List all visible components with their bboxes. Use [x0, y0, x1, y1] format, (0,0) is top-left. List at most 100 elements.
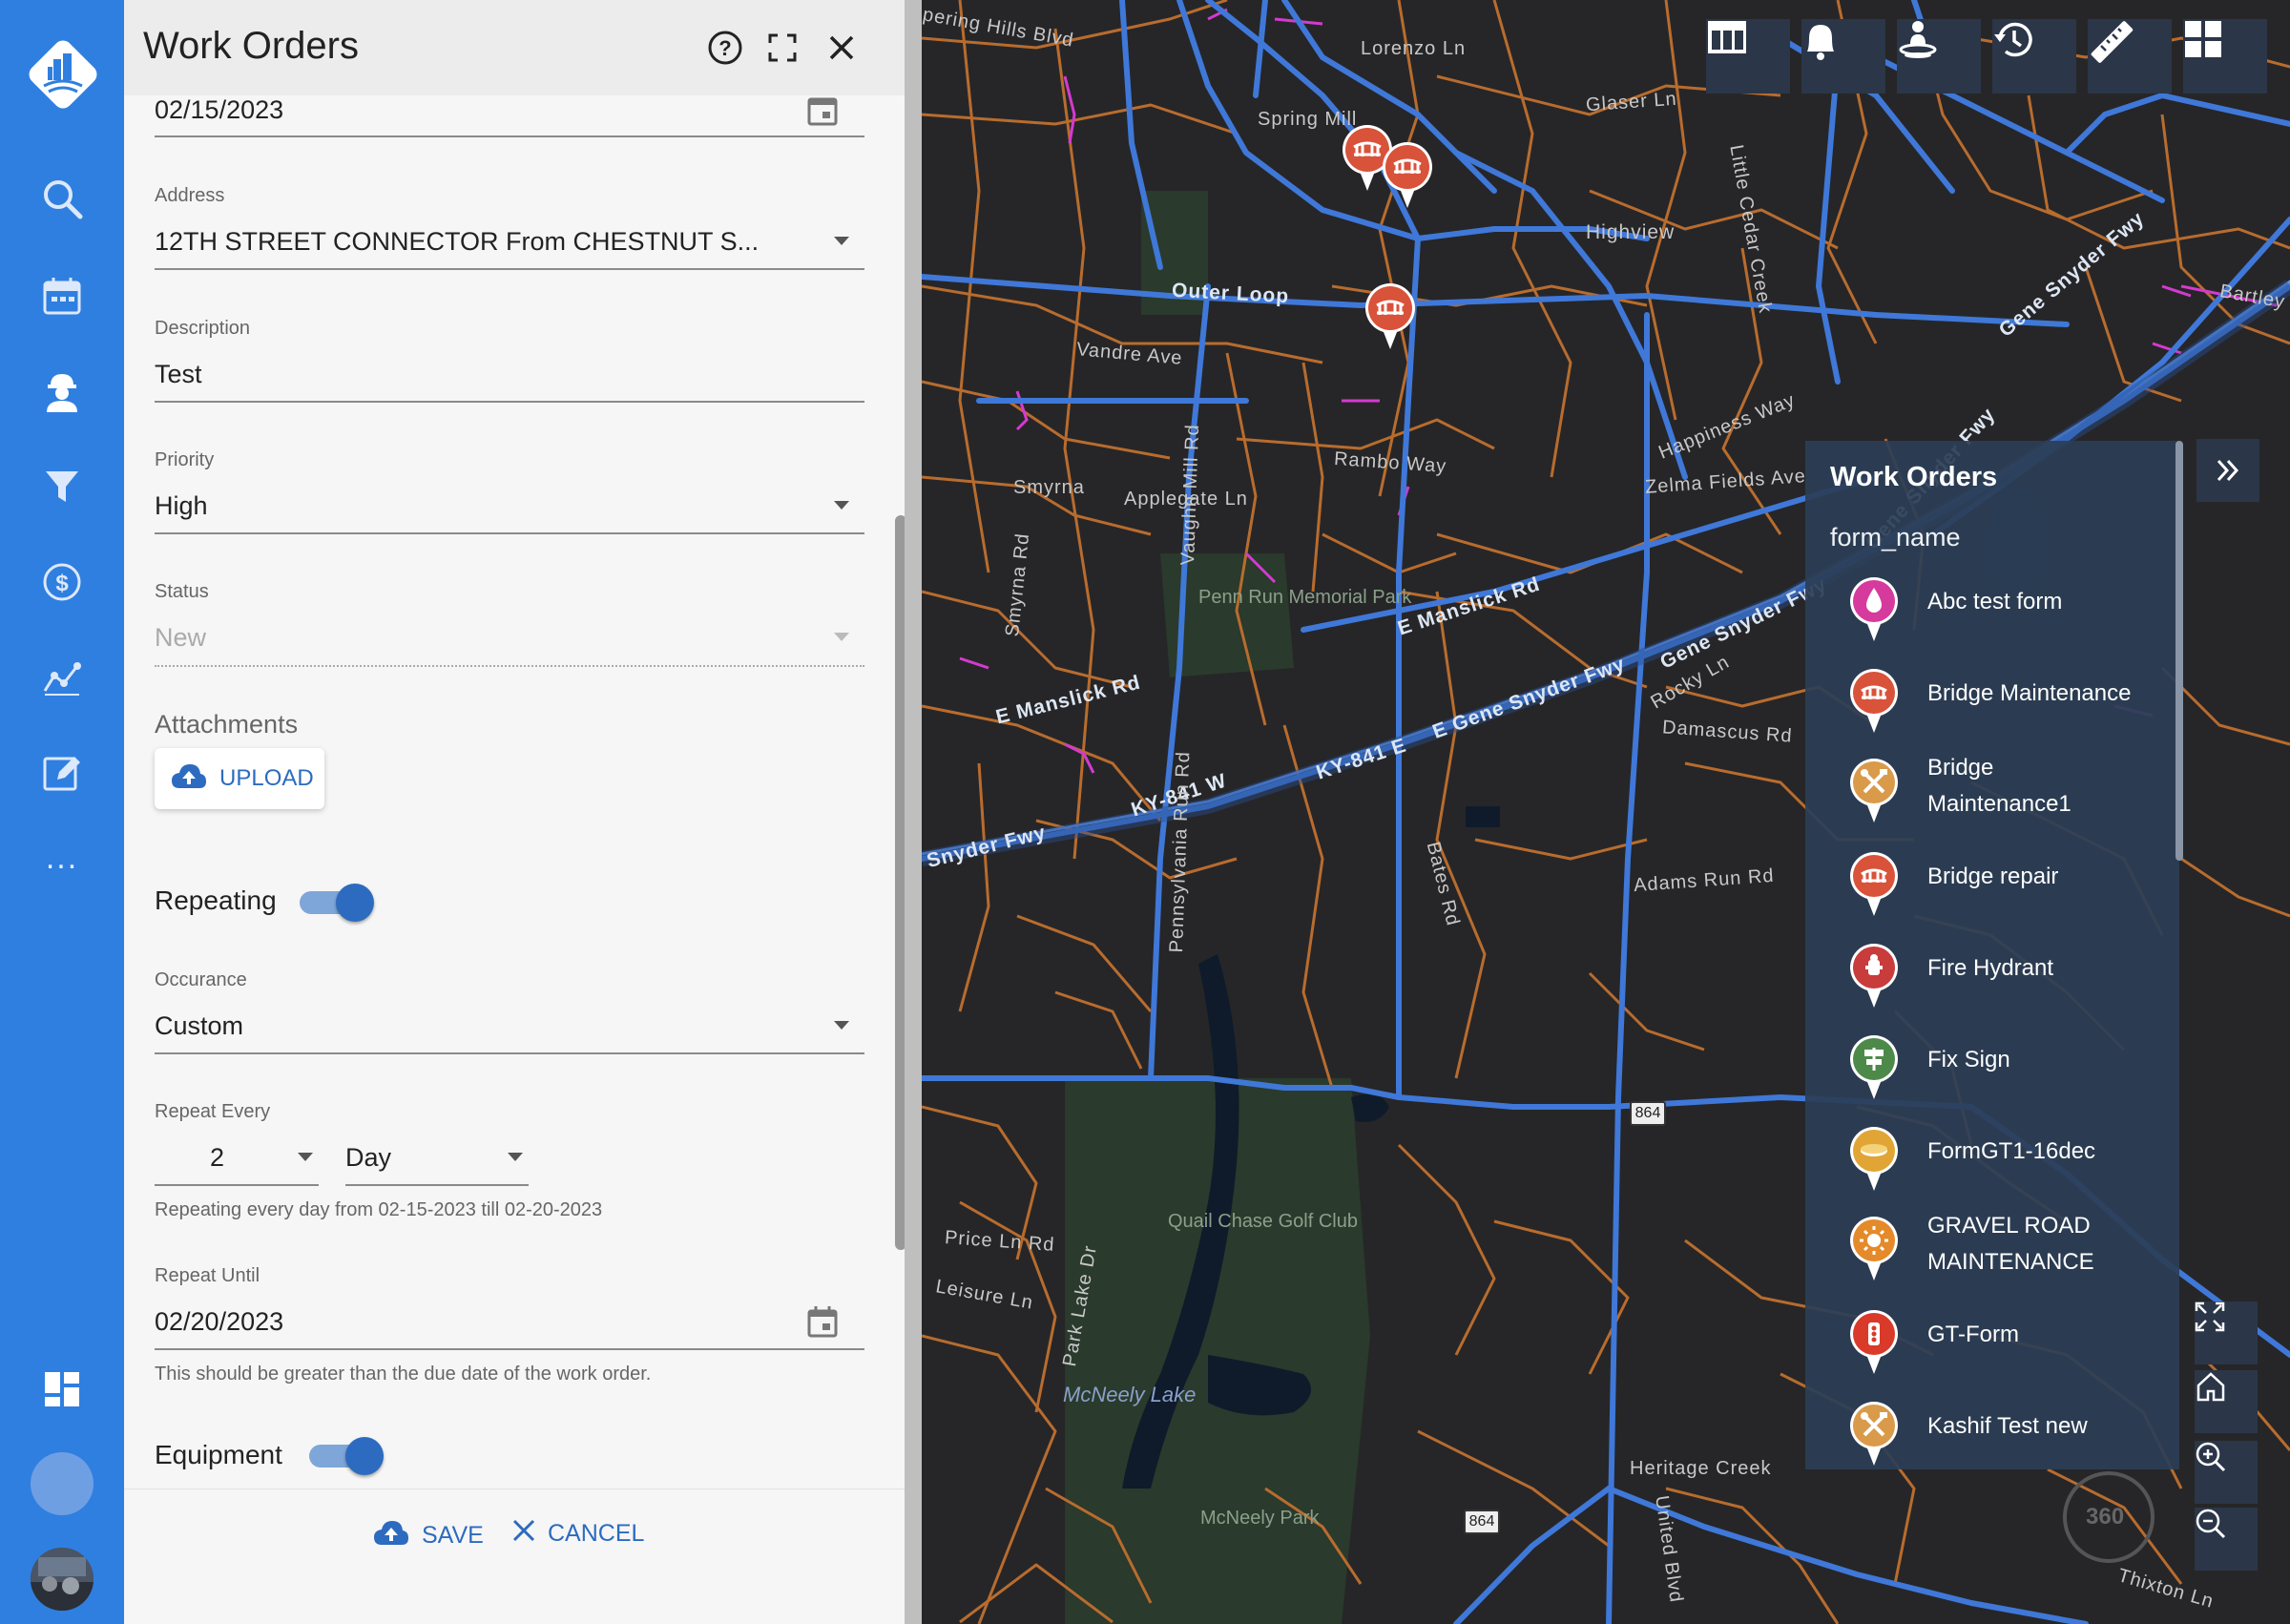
cancel-button[interactable]: CANCEL	[511, 1518, 644, 1550]
legend-subtitle: form_name	[1830, 523, 1961, 552]
legend-item[interactable]: GRAVEL ROAD MAINTENANCE	[1847, 1213, 2172, 1290]
calendar-icon[interactable]	[33, 267, 91, 324]
legend-item-label: Bridge repair	[1927, 864, 2059, 889]
map-label: Heritage Creek	[1630, 1458, 1772, 1479]
avatar[interactable]	[31, 1548, 94, 1611]
dashboard-icon[interactable]	[33, 1361, 91, 1418]
bridge-pin-icon	[1847, 666, 1901, 735]
legend-item-label: Abc test form	[1927, 589, 2063, 614]
status-select: New	[155, 623, 207, 652]
legend-item[interactable]: Abc test form	[1847, 574, 2172, 651]
occurance-underline	[155, 1052, 864, 1054]
zoom-in-icon[interactable]	[2195, 1441, 2258, 1504]
toggle-knob	[345, 1437, 384, 1475]
route-shield: 864	[1630, 1101, 1666, 1126]
repeating-label: Repeating	[155, 885, 277, 915]
analytics-icon[interactable]	[33, 649, 91, 706]
help-icon[interactable]: ?	[704, 27, 746, 69]
calendar-icon[interactable]	[807, 1305, 838, 1343]
chevron-down-icon[interactable]	[834, 501, 849, 510]
toggle-knob	[336, 884, 374, 922]
due-date-field[interactable]: 02/15/2023	[155, 95, 283, 125]
chevron-double-right-icon[interactable]	[2196, 439, 2259, 502]
chevron-down-icon[interactable]	[508, 1153, 523, 1161]
close-icon	[511, 1518, 536, 1550]
close-icon[interactable]	[821, 27, 863, 69]
description-input[interactable]: Test	[155, 360, 202, 389]
repeat-unit-select[interactable]: Day	[345, 1143, 391, 1173]
home-icon[interactable]	[2195, 1370, 2258, 1433]
upload-label: UPLOAD	[219, 765, 314, 791]
360-icon[interactable]: 360	[2086, 1504, 2124, 1530]
filter-icon[interactable]	[33, 458, 91, 515]
user-status-dot[interactable]	[31, 1452, 94, 1515]
legend-scrollbar[interactable]	[2176, 441, 2183, 861]
attachments-label: Attachments	[155, 710, 299, 739]
fullscreen-icon[interactable]	[2195, 1301, 2258, 1364]
sign-pin-icon	[1847, 1032, 1901, 1101]
expand-icon[interactable]	[761, 27, 803, 69]
map-label: Lorenzo Ln	[1361, 38, 1467, 59]
svg-text:?: ?	[718, 36, 731, 60]
legend-item[interactable]: Fire Hydrant	[1847, 941, 2172, 1017]
zoom-out-icon[interactable]	[2195, 1508, 2258, 1571]
legend-item[interactable]: GT-Form	[1847, 1307, 2172, 1384]
map-label: Smyrna	[1013, 477, 1085, 498]
grid-icon[interactable]	[2183, 19, 2267, 94]
bridge-pin-icon[interactable]	[1363, 281, 1418, 351]
legend-item-label: GT-Form	[1927, 1322, 2019, 1347]
legend-panel: Work Orders form_name Abc test form Bridg…	[1805, 441, 2179, 1469]
description-label: Description	[155, 318, 251, 339]
legend-item-label: Fix Sign	[1927, 1047, 2010, 1072]
search-icon[interactable]	[33, 170, 91, 227]
tools-pin-icon	[1847, 756, 1901, 824]
description-underline	[155, 401, 864, 403]
priority-select[interactable]: High	[155, 491, 208, 521]
occurance-label: Occurance	[155, 969, 247, 990]
worker-icon[interactable]	[33, 363, 91, 420]
occurance-select[interactable]: Custom	[155, 1011, 243, 1041]
address-select[interactable]: 12TH STREET CONNECTOR From CHESTNUT S...	[155, 227, 759, 257]
legend-item[interactable]: Bridge repair	[1847, 849, 2172, 926]
bridge-pin-icon[interactable]	[1380, 139, 1435, 210]
chevron-down-icon[interactable]	[298, 1153, 313, 1161]
legend-item[interactable]: Kashif Test new	[1847, 1399, 2172, 1469]
upload-button[interactable]: UPLOAD	[155, 748, 324, 809]
legend-item-label: Kashif Test new	[1927, 1413, 2088, 1439]
bell-icon[interactable]	[1801, 19, 1885, 94]
legend-item[interactable]: Fix Sign	[1847, 1032, 2172, 1109]
legend-item-label: Bridge Maintenance	[1927, 680, 2132, 706]
traffic-light-pin-icon	[1847, 1307, 1901, 1376]
lake-label: McNeely Lake	[1063, 1383, 1197, 1406]
location-person-icon[interactable]	[1897, 19, 1981, 94]
dollar-icon[interactable]: $	[33, 553, 91, 611]
date-picker-icon[interactable]	[807, 95, 838, 131]
legend-item[interactable]: Bridge Maintenance1	[1847, 755, 2172, 832]
app-logo-icon[interactable]	[23, 34, 103, 115]
chevron-down-icon[interactable]	[834, 237, 849, 245]
legend-item[interactable]: FormGT1-16dec	[1847, 1124, 2172, 1200]
nav-rail: $ ...	[0, 0, 124, 1624]
repeat-until-underline	[155, 1348, 864, 1350]
legend-item[interactable]: Bridge Maintenance	[1847, 666, 2172, 742]
park-label: McNeely Park	[1200, 1508, 1320, 1529]
golf-label: Quail Chase Golf Club	[1168, 1211, 1358, 1232]
panel-title: Work Orders	[143, 25, 359, 67]
cloud-upload-icon	[170, 761, 208, 797]
ruler-icon[interactable]	[2088, 19, 2172, 94]
chevron-down-icon[interactable]	[834, 1021, 849, 1030]
edit-icon[interactable]	[33, 744, 91, 802]
legend-item-label: FormGT1-16dec	[1927, 1138, 2096, 1164]
equipment-toggle[interactable]	[309, 1437, 384, 1475]
tools-pin-icon	[1847, 1399, 1901, 1468]
repeating-toggle[interactable]	[300, 884, 374, 922]
repeat-until-field[interactable]: 02/20/2023	[155, 1307, 283, 1337]
repeat-unit-underline	[345, 1184, 529, 1186]
save-button[interactable]: SAVE	[372, 1518, 484, 1553]
history-icon[interactable]	[1992, 19, 2076, 94]
repeat-count-select[interactable]: 2	[210, 1143, 224, 1173]
more-icon[interactable]: ...	[33, 842, 91, 891]
route-shield: 864	[1464, 1509, 1500, 1534]
panel-splitter[interactable]	[905, 0, 922, 1624]
table-icon[interactable]	[1706, 19, 1790, 94]
